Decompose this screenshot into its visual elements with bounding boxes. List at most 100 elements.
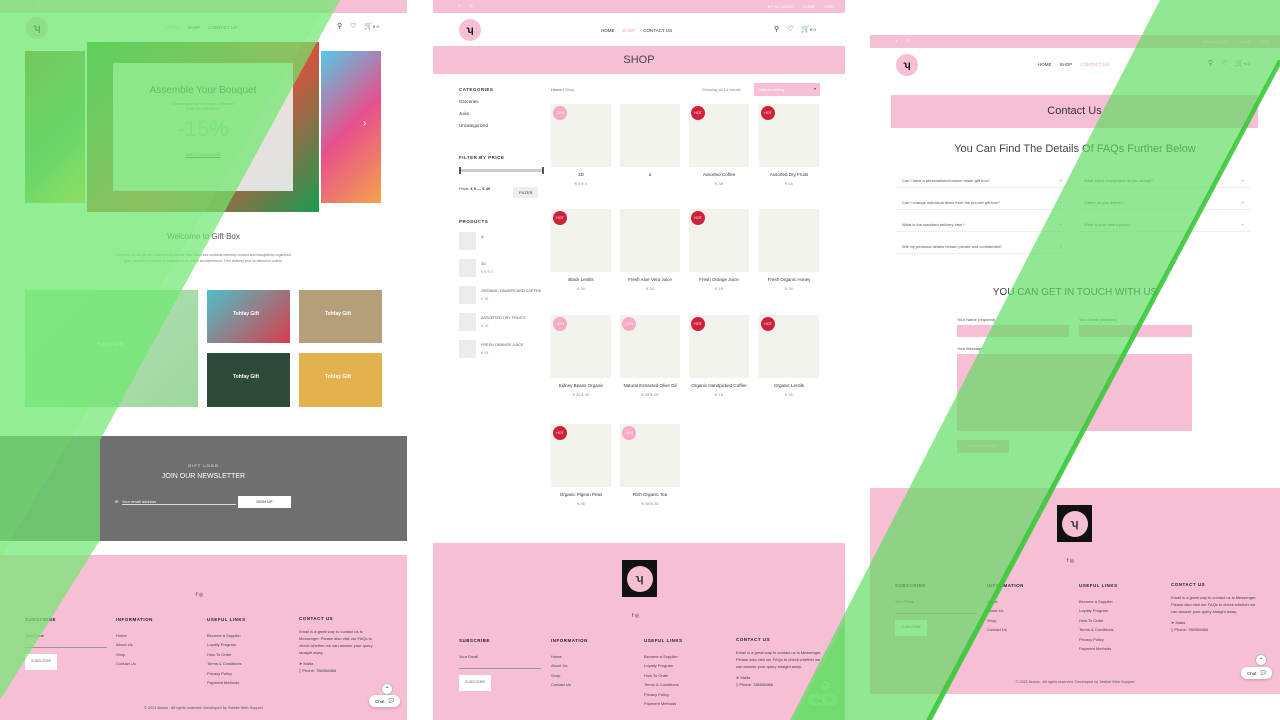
footer-link[interactable]: Become a Supplier	[644, 652, 683, 662]
footer-email-input[interactable]	[25, 640, 107, 648]
social-icons[interactable]: f ◎	[896, 38, 914, 43]
product-image[interactable]: HOT	[689, 209, 749, 272]
footer-link[interactable]: Become a Supplier	[207, 631, 246, 641]
chat-button[interactable]: Chat 💬	[369, 695, 401, 707]
faq-item[interactable]: Where do you deliver? +	[1078, 196, 1250, 210]
footer-social-icons[interactable]: f ◎	[1067, 558, 1074, 564]
gift-tile[interactable]: Tohfay Gift	[299, 353, 382, 407]
site-logo[interactable]: ʮ	[26, 17, 48, 39]
footer-logo[interactable]: ʮ	[622, 560, 657, 597]
product-name[interactable]: Rich Organic Tea	[620, 492, 680, 498]
site-logo[interactable]: ʮ	[459, 19, 481, 41]
sidebar-product-name[interactable]: FRESH ORANGE JUICE	[481, 343, 523, 347]
nav-home[interactable]: HOME	[166, 25, 180, 30]
sidebar-product-name[interactable]: ORGANIC HANDPICKED COFFEE	[481, 289, 541, 293]
sidebar-product-thumb[interactable]	[459, 232, 476, 250]
name-input[interactable]	[957, 325, 1069, 337]
email-input[interactable]	[1079, 325, 1192, 337]
hero-cta-link[interactable]: SEE COLLECTION	[113, 152, 293, 157]
product-image[interactable]: HOT	[759, 315, 819, 378]
footer-subscribe-button[interactable]: SUBSCRIBE	[895, 620, 928, 636]
product-image[interactable]	[759, 209, 819, 272]
footer-link[interactable]: Shop	[551, 671, 588, 681]
footer-link[interactable]: How To Order	[644, 671, 683, 681]
product-image[interactable]: -20%	[551, 104, 611, 167]
send-message-button[interactable]: SEND MESSAGE	[957, 440, 1009, 453]
nav-shop[interactable]: SHOP	[1060, 62, 1073, 67]
faq-item[interactable]: Can I have a personalised/custom made gi…	[896, 174, 1068, 188]
product-image[interactable]	[620, 209, 680, 272]
sidebar-product-name[interactable]: 3D	[481, 262, 486, 266]
footer-subscribe-button[interactable]: SUBSCRIBE	[459, 675, 492, 691]
product-name[interactable]: Fresh Aloe Vera Juice	[620, 277, 680, 283]
price-slider[interactable]	[459, 167, 544, 174]
footer-email-input[interactable]	[895, 606, 977, 614]
faq-item[interactable]: What is the standard delivery time? +	[896, 218, 1068, 232]
scroll-top-button[interactable]: ⌃	[381, 683, 393, 695]
product-card[interactable]: Fresh Aloe Vera Juice € 34	[620, 209, 680, 291]
product-image[interactable]: HOT	[759, 104, 819, 167]
product-card[interactable]: HOT Assorted Coffee € 38	[689, 104, 749, 186]
product-name[interactable]: Organic Pigeon Peas	[551, 492, 611, 498]
product-name[interactable]: Assorted Coffee	[689, 172, 749, 178]
footer-link[interactable]: Loyalty Program	[1079, 606, 1118, 616]
footer-social-icons[interactable]: f ◎	[196, 592, 203, 598]
slider-handle-min[interactable]	[459, 167, 461, 174]
topbar-home[interactable]: HOME	[803, 4, 815, 9]
topbar-my-account[interactable]: MY ACCOUNT	[768, 4, 795, 9]
faq-item[interactable]: What is your return policy? +	[1078, 218, 1250, 232]
product-name[interactable]: 3D	[551, 172, 611, 178]
search-icon[interactable]: ⚲	[774, 25, 779, 33]
footer-link[interactable]: Loyalty Program	[207, 640, 246, 650]
product-name[interactable]: Black Lentils	[551, 277, 611, 283]
sidebar-product-thumb[interactable]	[459, 259, 476, 277]
social-icons[interactable]: f ◎	[26, 3, 44, 8]
product-name[interactable]: Assorted Dry Fruits	[759, 172, 819, 178]
footer-link[interactable]: Contact Us	[116, 659, 153, 669]
sidebar-product-item[interactable]: FRESH ORANGE JUICE € 18	[459, 340, 549, 367]
chat-button[interactable]: Chat 💬	[807, 694, 839, 706]
newsletter-signup-button[interactable]: SIGN UP	[238, 496, 291, 508]
social-icons[interactable]: f ◎	[459, 3, 477, 8]
filter-button[interactable]: FILTER	[513, 187, 539, 198]
product-image[interactable]: -10%	[620, 315, 680, 378]
product-name[interactable]: Fresh Orange Juice	[689, 277, 749, 283]
cart-icon[interactable]: 🛒€ 0	[364, 22, 378, 30]
footer-link[interactable]: Payment Methods	[207, 678, 246, 688]
footer-social-icons[interactable]: f ◎	[632, 613, 639, 619]
product-image[interactable]: HOT	[551, 424, 611, 487]
product-card[interactable]: HOT Assorted Dry Fruits € 16	[759, 104, 819, 186]
product-name[interactable]: Organic Handpicked Coffee	[689, 383, 749, 389]
footer-link[interactable]: Terms & Conditions	[1079, 625, 1118, 635]
footer-link[interactable]: Terms & Conditions	[207, 659, 246, 669]
footer-logo[interactable]: ʮ	[1057, 505, 1092, 542]
footer-link[interactable]: Terms & Conditions	[644, 680, 683, 690]
footer-link[interactable]: Privacy Policy	[1079, 635, 1118, 645]
product-image[interactable]: -10%	[620, 424, 680, 487]
scroll-top-button[interactable]: ⌃	[1255, 654, 1267, 666]
topbar-home[interactable]: HOME	[1238, 39, 1250, 44]
category-link[interactable]: Groceries	[459, 99, 493, 104]
product-card[interactable]: Fresh Organic Honey € 34	[759, 209, 819, 291]
sidebar-product-item[interactable]: ORGANIC HANDPICKED COFFEE € 38	[459, 286, 549, 313]
product-card[interactable]: HOT Organic Pigeon Peas € 36	[551, 424, 611, 506]
wishlist-heart-icon[interactable]: ♡	[787, 25, 793, 33]
product-card[interactable]: -23% Kidney Beans Organic € 26 € 20	[551, 315, 611, 397]
product-card[interactable]: HOT Black Lentils € 34	[551, 209, 611, 291]
topbar-cart[interactable]: CART	[1259, 39, 1270, 44]
product-image[interactable]: HOT	[551, 209, 611, 272]
sidebar-product-item[interactable]: A	[459, 232, 549, 259]
footer-link[interactable]: About Us	[116, 640, 153, 650]
footer-link[interactable]: Home	[987, 597, 1024, 607]
newsletter-email-input[interactable]: Your email address	[122, 499, 236, 505]
faq-item[interactable]: Can I change individual items from the p…	[896, 196, 1068, 210]
chat-button[interactable]: Chat 💬	[1241, 667, 1273, 679]
nav-shop[interactable]: SHOP	[623, 28, 636, 33]
product-name[interactable]: Fresh Organic Honey	[759, 277, 819, 283]
footer-link[interactable]: How To Order	[207, 650, 246, 660]
faq-item[interactable]: Will my personal details remain private …	[896, 240, 1068, 254]
cart-icon[interactable]: 🛒€ 0	[801, 25, 815, 33]
sidebar-product-item[interactable]: 3D € 5 € 4	[459, 259, 549, 286]
nav-home[interactable]: HOME	[1038, 62, 1052, 67]
product-image[interactable]: HOT	[689, 104, 749, 167]
